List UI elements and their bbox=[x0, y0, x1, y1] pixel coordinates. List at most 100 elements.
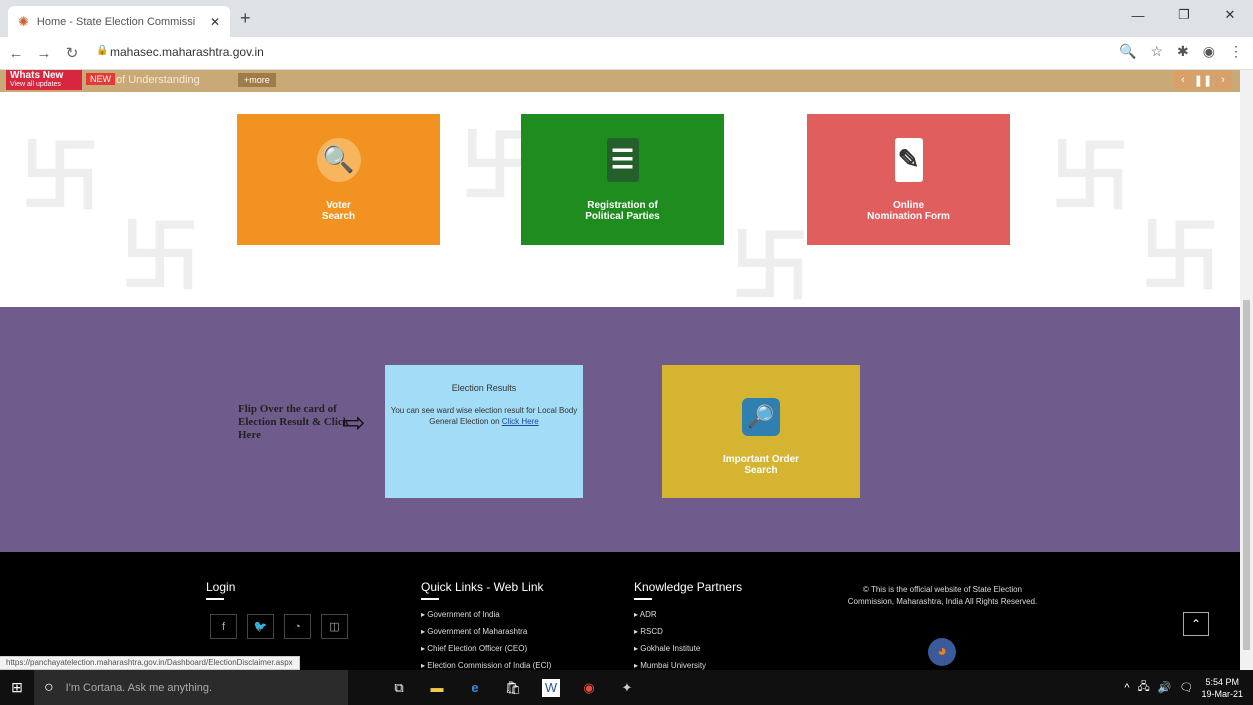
search-document-icon: 🔎 bbox=[742, 397, 780, 436]
reload-icon[interactable]: ↻ bbox=[60, 44, 84, 62]
volume-icon[interactable]: 🔊 bbox=[1158, 681, 1172, 694]
nomination-label-line1: Online bbox=[892, 199, 925, 211]
arrow-right-icon: ⇨ bbox=[342, 407, 366, 438]
more-button[interactable]: +more bbox=[238, 73, 276, 87]
instagram-icon[interactable]: ◫ bbox=[321, 614, 348, 639]
file-explorer-icon[interactable]: ▬ bbox=[428, 679, 446, 697]
back-arrow-icon[interactable]: ← bbox=[4, 45, 28, 62]
ticker-text[interactable]: of Understanding bbox=[116, 74, 200, 86]
task-view-icon[interactable]: ⧉ bbox=[390, 679, 408, 697]
scroll-to-top-button[interactable]: ⌃ bbox=[1183, 612, 1209, 636]
rss-icon[interactable]: ◔ bbox=[284, 614, 311, 639]
close-tab-icon[interactable]: ✕ bbox=[210, 15, 220, 29]
address-bar: ← → ↻ 🔒 mahasec.maharashtra.gov.in 🔍 ☆ ✱… bbox=[0, 37, 1253, 70]
partners-list: ADR RSCD Gokhale Institute Mumbai Univer… bbox=[634, 606, 706, 670]
url-field[interactable]: mahasec.maharashtra.gov.in bbox=[110, 45, 264, 59]
windows-start-icon[interactable]: ⊞ bbox=[0, 679, 34, 696]
status-url-tooltip: https://panchayatelection.maharashtra.go… bbox=[0, 656, 300, 670]
view-all-link[interactable]: View all updates bbox=[10, 80, 78, 89]
election-results-card[interactable]: Election Results You can see ward wise e… bbox=[385, 365, 583, 498]
official-notice: © This is the official website of State … bbox=[847, 585, 1038, 606]
election-results-desc: You can see ward wise election result fo… bbox=[390, 406, 578, 426]
taskbar-apps: ⧉ ▬ e 🛍 W ◉ ✦ bbox=[390, 678, 636, 697]
quick-link-item[interactable]: Government of India bbox=[421, 606, 551, 623]
clock-date: 19-Mar-21 bbox=[1201, 688, 1243, 699]
social-links: f 🐦 ◔ ◫ bbox=[210, 614, 348, 639]
clock[interactable]: 5:54 PM 19-Mar-21 bbox=[1201, 676, 1243, 700]
web-page: Whats New View all updates NEW of Unders… bbox=[0, 70, 1240, 670]
forward-arrow-icon[interactable]: → bbox=[32, 45, 56, 62]
tray-chevron-icon[interactable]: ^ bbox=[1124, 682, 1129, 694]
close-window-icon[interactable]: ✕ bbox=[1207, 0, 1253, 30]
quick-link-item[interactable]: Chief Election Officer (CEO) bbox=[421, 640, 551, 657]
ticker-controls: ‹ ❚❚ › bbox=[1174, 70, 1232, 90]
watermark-icon: 卐 bbox=[1050, 132, 1130, 221]
cortana-placeholder: I'm Cortana. Ask me anything. bbox=[65, 681, 213, 694]
browser-tabbar: ✺ Home - State Election Commissi ✕ + — ❐… bbox=[0, 0, 1253, 37]
edge-icon[interactable]: e bbox=[466, 679, 484, 697]
restore-icon[interactable]: ❐ bbox=[1161, 0, 1207, 30]
election-results-title: Election Results bbox=[451, 383, 517, 393]
taskbar: ⊞ ○ I'm Cortana. Ask me anything. ⧉ ▬ e … bbox=[0, 670, 1253, 705]
partner-item[interactable]: RSCD bbox=[634, 623, 706, 640]
quick-link-item[interactable]: Government of Maharashtra bbox=[421, 623, 551, 640]
voter-search-card[interactable]: 🔍 Voter Search bbox=[237, 114, 440, 245]
footer: Login f 🐦 ◔ ◫ Quick Links - Web Link Gov… bbox=[0, 552, 1240, 670]
new-badge: NEW bbox=[86, 73, 115, 85]
checklist-icon: ☰ bbox=[606, 137, 639, 182]
heading-underline bbox=[634, 598, 652, 600]
registration-card[interactable]: ☰ Registration of Political Parties bbox=[521, 114, 724, 245]
heading-underline bbox=[206, 598, 224, 600]
ticker-prev-icon[interactable]: ‹ bbox=[1174, 70, 1192, 90]
chrome-icon[interactable]: ◉ bbox=[580, 679, 598, 697]
clock-time: 5:54 PM bbox=[1205, 676, 1239, 687]
lock-icon: 🔒 bbox=[96, 45, 109, 56]
scrollbar-thumb[interactable] bbox=[1243, 300, 1250, 650]
watermark-icon: 卐 bbox=[120, 212, 200, 301]
important-order-card[interactable]: 🔎 Important Order Search bbox=[662, 365, 860, 498]
quick-link-item[interactable]: Election Commission of India (ECI) bbox=[421, 657, 551, 670]
menu-icon[interactable]: ⋮ bbox=[1229, 43, 1243, 60]
registration-label-line2: Political Parties bbox=[585, 210, 660, 222]
quick-links-heading: Quick Links - Web Link bbox=[421, 580, 544, 594]
bookmark-star-icon[interactable]: ☆ bbox=[1150, 43, 1163, 60]
voter-search-label: Voter Search bbox=[321, 199, 356, 222]
news-ticker: Whats New View all updates NEW of Unders… bbox=[0, 70, 1240, 92]
new-tab-button[interactable]: + bbox=[240, 8, 251, 29]
registration-label-line1: Registration of bbox=[587, 199, 658, 211]
flip-note: Flip Over the card of Election Result & … bbox=[238, 403, 349, 441]
partners-heading: Knowledge Partners bbox=[634, 580, 743, 594]
store-icon[interactable]: 🛍 bbox=[504, 679, 522, 697]
media-app-icon[interactable]: ✦ bbox=[618, 679, 636, 697]
tab-title: Home - State Election Commissi bbox=[36, 15, 196, 28]
system-tray: ^ 🖧 🔊 🗨 5:54 PM 19-Mar-21 bbox=[1124, 670, 1243, 705]
extensions-icon[interactable]: ✱ bbox=[1177, 43, 1189, 60]
favicon-icon: ✺ bbox=[18, 13, 29, 29]
whats-new-label[interactable]: Whats New View all updates bbox=[6, 70, 82, 90]
partner-item[interactable]: ADR bbox=[634, 606, 706, 623]
word-icon[interactable]: W bbox=[542, 678, 560, 697]
ticker-next-icon[interactable]: › bbox=[1214, 70, 1232, 90]
nomination-form-card[interactable]: ✎ Online Nomination Form bbox=[807, 114, 1010, 245]
twitter-icon[interactable]: 🐦 bbox=[247, 614, 274, 639]
address-bar-actions: 🔍 ☆ ✱ ◉ ⋮ bbox=[1119, 43, 1243, 60]
login-heading[interactable]: Login bbox=[206, 580, 235, 594]
order-label-line1: Important Order bbox=[722, 453, 800, 465]
minimize-icon[interactable]: — bbox=[1115, 0, 1161, 30]
watermark-icon: 卐 bbox=[20, 132, 100, 221]
network-icon[interactable]: 🖧 bbox=[1138, 678, 1150, 697]
click-here-link[interactable]: Click Here bbox=[502, 417, 539, 426]
facebook-icon[interactable]: f bbox=[210, 614, 237, 639]
ticker-pause-icon[interactable]: ❚❚ bbox=[1194, 70, 1212, 90]
zoom-icon[interactable]: 🔍 bbox=[1119, 43, 1136, 60]
page-scrollbar[interactable] bbox=[1240, 70, 1253, 670]
profile-icon[interactable]: ◉ bbox=[1203, 43, 1215, 60]
results-section bbox=[0, 307, 1240, 552]
watermark-icon: 卐 bbox=[730, 222, 810, 307]
partner-item[interactable]: Mumbai University bbox=[634, 657, 706, 670]
cortana-search[interactable]: ○ I'm Cortana. Ask me anything. bbox=[34, 670, 348, 705]
partner-item[interactable]: Gokhale Institute bbox=[634, 640, 706, 657]
browser-tab[interactable]: ✺ Home - State Election Commissi ✕ bbox=[8, 6, 230, 37]
order-label-line2: Search bbox=[744, 464, 778, 476]
notification-icon[interactable]: 🗨 bbox=[1180, 681, 1194, 694]
